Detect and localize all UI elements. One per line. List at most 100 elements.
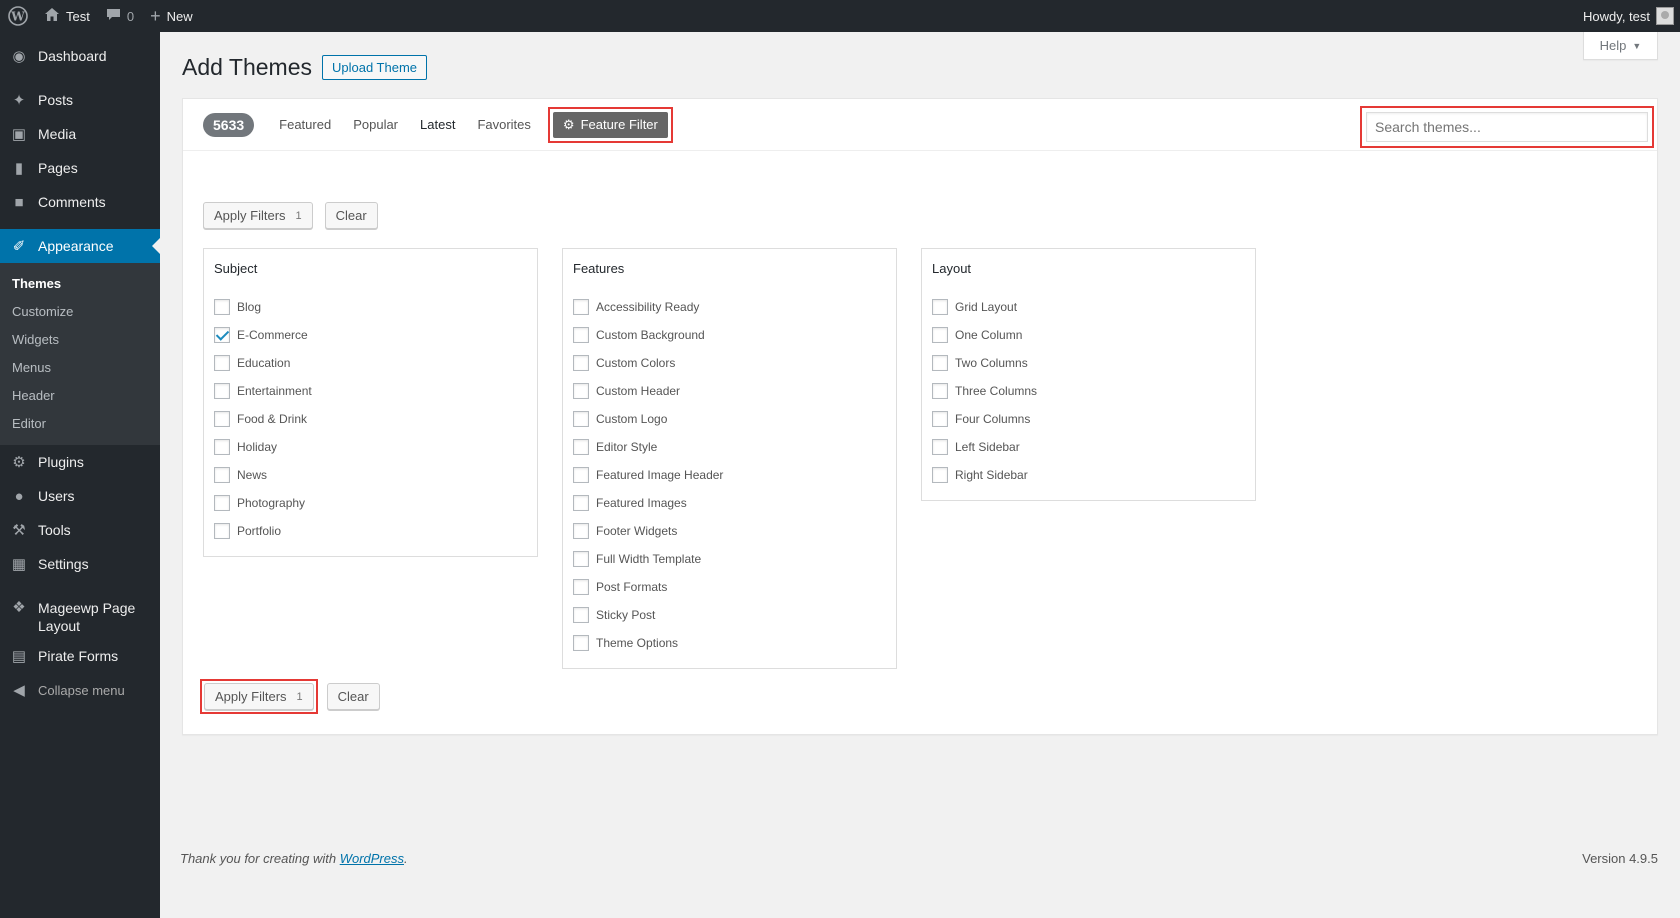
help-button[interactable]: Help ▼ [1583,32,1658,60]
checkbox-entertainment[interactable]: Entertainment [214,377,527,405]
checkbox[interactable] [932,327,948,343]
checkbox[interactable] [214,383,230,399]
checkbox[interactable] [573,635,589,651]
checkbox[interactable] [573,551,589,567]
tab-favorites[interactable]: Favorites [477,117,530,132]
checkbox-education[interactable]: Education [214,349,527,377]
sidebar-item-plugins[interactable]: ⚙ Plugins [0,445,160,479]
submenu-item-editor[interactable]: Editor [0,410,160,438]
feature-filter-button[interactable]: ⚙ Feature Filter [552,111,668,138]
checkbox-blog[interactable]: Blog [214,293,527,321]
checkbox-grid-layout[interactable]: Grid Layout [932,293,1245,321]
checkbox-food-drink[interactable]: Food & Drink [214,405,527,433]
checkbox[interactable] [573,607,589,623]
wordpress-link[interactable]: WordPress [340,851,404,866]
checkbox[interactable] [573,355,589,371]
sidebar-item-mageewp-page-layout[interactable]: ❖ Mageewp Page Layout [0,591,160,639]
apply-filters-button-bottom[interactable]: Apply Filters 1 [204,683,314,710]
checkbox[interactable] [214,411,230,427]
checkbox-custom-header[interactable]: Custom Header [573,377,886,405]
checkbox[interactable] [214,523,230,539]
checkbox-e-commerce[interactable]: E-Commerce [214,321,527,349]
upload-theme-button[interactable]: Upload Theme [321,55,428,80]
new-content-link[interactable]: + New [142,0,201,32]
search-themes-input[interactable] [1366,112,1648,142]
checkbox-portfolio[interactable]: Portfolio [214,517,527,545]
submenu-item-menus[interactable]: Menus [0,354,160,382]
checkbox[interactable] [573,411,589,427]
submenu-item-customize[interactable]: Customize [0,298,160,326]
sidebar-item-pages[interactable]: ▮ Pages [0,151,160,185]
sidebar-item-pirate-forms[interactable]: ▤ Pirate Forms [0,639,160,673]
submenu-item-header[interactable]: Header [0,382,160,410]
sidebar-item-appearance[interactable]: ✐ Appearance [0,229,160,263]
sidebar-item-comments[interactable]: ■ Comments [0,185,160,219]
my-account-link[interactable]: Howdy, test [1575,0,1680,32]
checkbox[interactable] [214,439,230,455]
checkbox[interactable] [932,411,948,427]
checkbox-checked[interactable] [214,327,230,343]
checkbox[interactable] [573,523,589,539]
checkbox-featured-image-header[interactable]: Featured Image Header [573,461,886,489]
checkbox-custom-colors[interactable]: Custom Colors [573,349,886,377]
sidebar-item-media[interactable]: ▣ Media [0,117,160,151]
checkbox-photography[interactable]: Photography [214,489,527,517]
sidebar-item-tools[interactable]: ⚒ Tools [0,513,160,547]
checkbox-custom-background[interactable]: Custom Background [573,321,886,349]
footer-version: Version 4.9.5 [1582,851,1658,866]
apply-filters-button[interactable]: Apply Filters 1 [203,202,313,229]
settings-icon: ▦ [11,556,27,573]
checkbox[interactable] [573,495,589,511]
tab-latest[interactable]: Latest [420,117,455,132]
checkbox-sticky-post[interactable]: Sticky Post [573,601,886,629]
checkbox[interactable] [932,467,948,483]
tab-popular[interactable]: Popular [353,117,398,132]
checkbox-theme-options[interactable]: Theme Options [573,629,886,657]
checkbox[interactable] [214,467,230,483]
site-name-link[interactable]: Test [36,0,98,32]
tab-featured[interactable]: Featured [279,117,331,132]
checkbox[interactable] [573,383,589,399]
checkbox-two-columns[interactable]: Two Columns [932,349,1245,377]
checkbox-footer-widgets[interactable]: Footer Widgets [573,517,886,545]
checkbox[interactable] [573,579,589,595]
checkbox-one-column[interactable]: One Column [932,321,1245,349]
collapse-menu-button[interactable]: ◀ Collapse menu [0,673,160,707]
checkbox-left-sidebar[interactable]: Left Sidebar [932,433,1245,461]
layout-filter-group: Layout Grid Layout One Column Two Column… [921,248,1256,501]
checkbox-four-columns[interactable]: Four Columns [932,405,1245,433]
clear-filters-button-bottom[interactable]: Clear [326,683,380,710]
sidebar-item-settings[interactable]: ▦ Settings [0,547,160,581]
sidebar-item-users[interactable]: ● Users [0,479,160,513]
checkbox[interactable] [214,355,230,371]
sidebar-item-dashboard[interactable]: ◉ Dashboard [0,39,160,73]
checkbox[interactable] [932,299,948,315]
checkbox-post-formats[interactable]: Post Formats [573,573,886,601]
checkbox[interactable] [573,299,589,315]
checkbox[interactable] [573,467,589,483]
comment-bubble-icon [106,8,121,25]
checkbox-right-sidebar[interactable]: Right Sidebar [932,461,1245,489]
clear-filters-button[interactable]: Clear [324,202,378,229]
submenu-item-widgets[interactable]: Widgets [0,326,160,354]
checkbox[interactable] [573,327,589,343]
sidebar-item-posts[interactable]: ✦ Posts [0,83,160,117]
checkbox[interactable] [214,495,230,511]
checkbox-holiday[interactable]: Holiday [214,433,527,461]
checkbox-custom-logo[interactable]: Custom Logo [573,405,886,433]
checkbox[interactable] [214,299,230,315]
checkbox[interactable] [932,383,948,399]
wordpress-logo-icon[interactable]: W [0,0,36,32]
checkbox[interactable] [573,439,589,455]
checkbox-news[interactable]: News [214,461,527,489]
checkbox-full-width-template[interactable]: Full Width Template [573,545,886,573]
checkbox-featured-images[interactable]: Featured Images [573,489,886,517]
checkbox-label: Sticky Post [596,608,656,622]
checkbox[interactable] [932,439,948,455]
checkbox-editor-style[interactable]: Editor Style [573,433,886,461]
checkbox-three-columns[interactable]: Three Columns [932,377,1245,405]
comments-link[interactable]: 0 [98,0,142,32]
checkbox-accessibility-ready[interactable]: Accessibility Ready [573,293,886,321]
submenu-item-themes[interactable]: Themes [0,270,160,298]
checkbox[interactable] [932,355,948,371]
